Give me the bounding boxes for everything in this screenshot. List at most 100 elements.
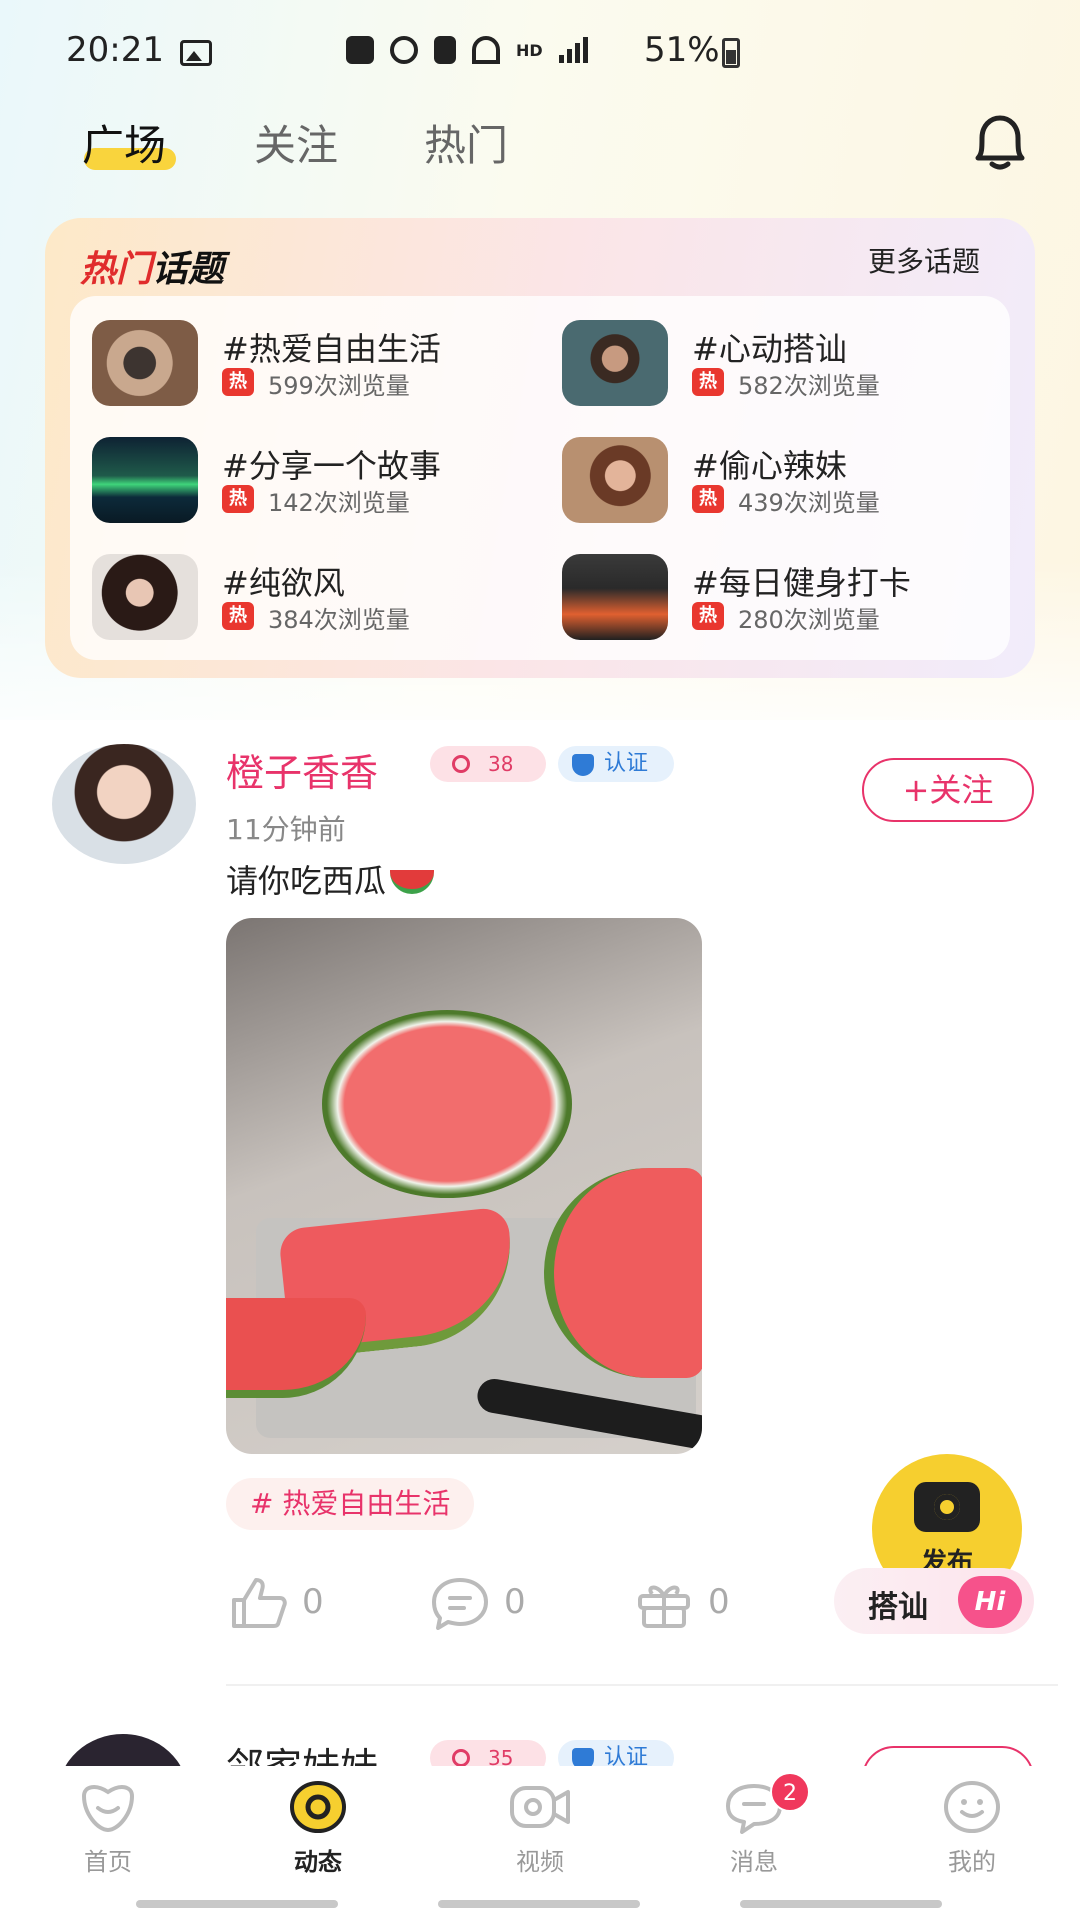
hd-label: HD — [516, 40, 543, 60]
bell-icon[interactable] — [968, 114, 1032, 172]
more-topics-link[interactable]: 更多话题 — [868, 240, 980, 280]
post-divider — [226, 1684, 1058, 1686]
topic-views: 582次浏览量 — [738, 372, 880, 400]
topic-name: #心动搭讪 — [692, 330, 847, 368]
topic-name: #纯欲风 — [222, 564, 345, 602]
unread-badge: 2 — [770, 1772, 810, 1812]
home-face-icon — [81, 1785, 135, 1833]
topic-views: 280次浏览量 — [738, 606, 880, 634]
nav-messages[interactable]: 2 消息 — [684, 1772, 824, 1880]
post-text: 请你吃西瓜 — [226, 856, 435, 902]
watermelon-half — [322, 1010, 572, 1198]
nav-label: 消息 — [730, 1848, 778, 1876]
hot-badge: 热 — [692, 485, 724, 513]
post-topic-tag[interactable]: # 热爱自由生活 — [226, 1478, 475, 1530]
gift-icon — [638, 1585, 690, 1628]
topic-views: 439次浏览量 — [738, 489, 880, 517]
topic-item[interactable]: #纯欲风 热 384次浏览量 — [92, 554, 542, 644]
level-icon — [452, 755, 470, 773]
topic-views: 384次浏览量 — [268, 606, 410, 634]
hot-badge: 热 — [222, 485, 254, 513]
level-value: 35 — [488, 1746, 514, 1766]
topic-item[interactable]: #心动搭讪 热 582次浏览量 — [562, 320, 1012, 410]
certified-badge: 认证 — [558, 746, 674, 782]
topic-views: 599次浏览量 — [268, 372, 410, 400]
author-avatar[interactable] — [58, 1734, 188, 1766]
hot-badge: 热 — [222, 602, 254, 630]
gift-count: 0 — [708, 1582, 730, 1622]
topic-views: 142次浏览量 — [268, 489, 410, 517]
status-time: 20:21 — [66, 30, 164, 70]
signal-icon — [558, 37, 588, 63]
chat-up-button[interactable]: 搭讪 Hi — [834, 1568, 1034, 1634]
hot-badge: 热 — [692, 602, 724, 630]
topic-thumbnail — [92, 320, 198, 406]
comment-count: 0 — [504, 1582, 526, 1622]
comment-icon — [432, 1578, 488, 1630]
status-bar: 20:21 HD 51% — [0, 0, 1080, 100]
topic-name: #分享一个故事 — [222, 447, 441, 485]
topic-name: #偷心辣妹 — [692, 447, 847, 485]
topic-thumbnail — [92, 437, 198, 523]
moments-icon — [290, 1781, 346, 1833]
shield-check-icon — [572, 1748, 594, 1766]
thumbs-up-icon — [232, 1578, 287, 1628]
gesture-bar-left — [136, 1900, 338, 1908]
nav-label: 首页 — [84, 1848, 132, 1876]
follow-button[interactable]: +关注 — [862, 758, 1034, 822]
author-avatar[interactable] — [52, 744, 196, 864]
level-badge: 38 — [430, 746, 546, 782]
level-badge: 35 — [430, 1740, 546, 1766]
topic-item[interactable]: #每日健身打卡 热 280次浏览量 — [562, 554, 1012, 644]
level-value: 38 — [488, 752, 514, 776]
hot-badge: 热 — [222, 368, 254, 396]
nav-label: 视频 — [516, 1848, 564, 1876]
certified-badge: 认证 — [558, 1740, 674, 1766]
nav-video[interactable]: 视频 — [470, 1780, 610, 1880]
nav-label: 我的 — [948, 1848, 996, 1876]
hot-topics-title: 热门话题 — [80, 249, 225, 290]
post-time: 11分钟前 — [226, 813, 346, 846]
hot-badge: 热 — [692, 368, 724, 396]
tab-popular[interactable]: 热门 — [424, 112, 508, 173]
video-icon — [510, 1786, 570, 1828]
alarm-icon — [390, 36, 418, 64]
shield-check-icon — [572, 754, 594, 776]
certified-label: 认证 — [604, 1745, 649, 1766]
topic-thumbnail — [562, 554, 668, 640]
like-count: 0 — [302, 1582, 324, 1622]
gesture-bar-center — [438, 1900, 640, 1908]
wifi-icon — [472, 36, 500, 64]
level-icon — [452, 1749, 470, 1766]
recycle-icon — [346, 36, 374, 64]
certified-label: 认证 — [604, 751, 649, 776]
topic-name: #每日健身打卡 — [692, 564, 911, 602]
topic-item[interactable]: #分享一个故事 热 142次浏览量 — [92, 437, 542, 527]
tab-plaza[interactable]: 广场 — [82, 112, 166, 173]
topic-item[interactable]: #偷心辣妹 热 439次浏览量 — [562, 437, 1012, 527]
battery-icon — [722, 38, 740, 68]
nav-moments[interactable]: 动态 — [248, 1780, 388, 1880]
gallery-notification-icon — [180, 40, 212, 66]
camera-icon — [914, 1482, 980, 1532]
gesture-bar-right — [740, 1900, 942, 1908]
next-post-preview: 邻家妹妹 35 认证 — [0, 1700, 1080, 1766]
chat-up-label: 搭讪 — [868, 1590, 928, 1625]
battery-percent: 51% — [644, 30, 720, 70]
post-image[interactable] — [226, 918, 702, 1454]
follow-button[interactable] — [862, 1746, 1034, 1766]
topic-thumbnail — [562, 320, 668, 406]
author-name[interactable]: 橙子香香 — [226, 742, 378, 797]
tab-following[interactable]: 关注 — [254, 112, 338, 173]
profile-face-icon — [944, 1781, 1000, 1833]
topic-thumbnail — [92, 554, 198, 640]
topic-name: #热爱自由生活 — [222, 330, 441, 368]
nav-profile[interactable]: 我的 — [902, 1780, 1042, 1880]
bottom-nav: 首页 动态 视频 2 消息 我的 — [0, 1766, 1080, 1920]
mute-icon — [434, 36, 456, 64]
author-name[interactable]: 邻家妹妹 — [226, 1736, 378, 1766]
topic-item[interactable]: #热爱自由生活 热 599次浏览量 — [92, 320, 542, 410]
topic-thumbnail — [562, 437, 668, 523]
nav-home[interactable]: 首页 — [38, 1780, 178, 1880]
hi-heart-icon: Hi — [958, 1576, 1022, 1628]
